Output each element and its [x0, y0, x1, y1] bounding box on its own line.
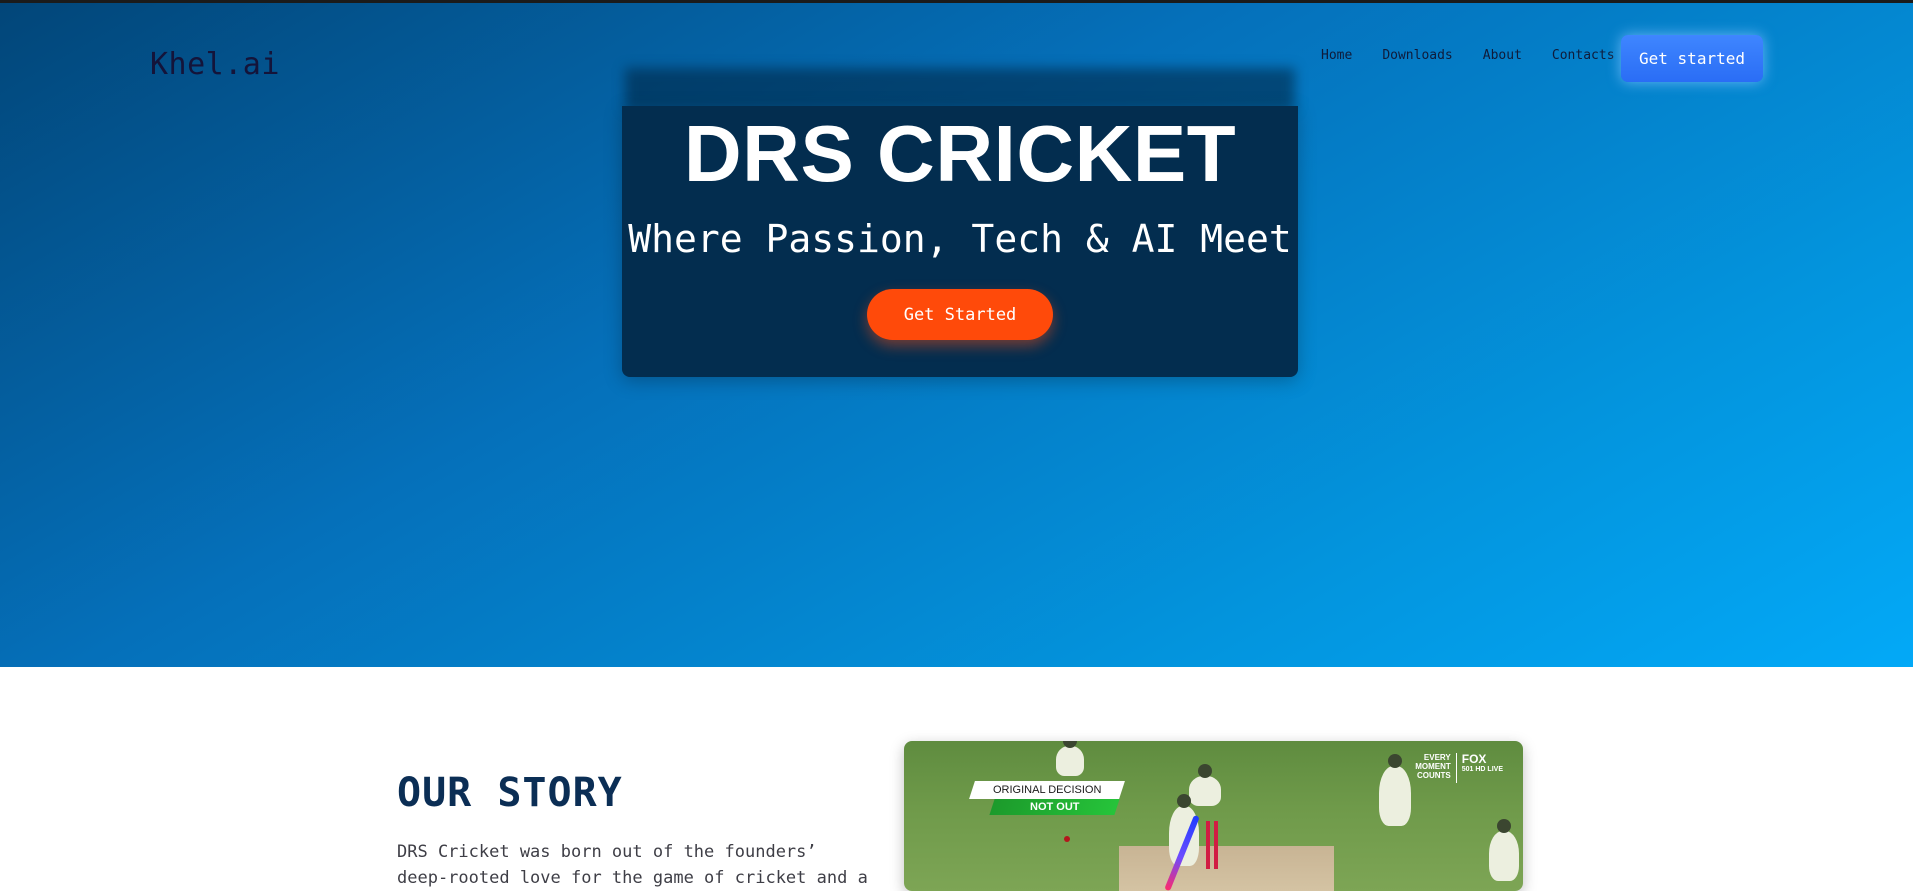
stump [1214, 821, 1218, 869]
hero-title: DRS CRICKET [683, 109, 1237, 198]
nav-link-home[interactable]: Home [1321, 48, 1352, 63]
nav-link-contacts[interactable]: Contacts [1552, 48, 1615, 63]
hero-card: DRS CRICKET Where Passion, Tech & AI Mee… [622, 106, 1298, 377]
fielder-figure [1056, 741, 1084, 776]
decision-overlay: ORIGINAL DECISION NOT OUT [969, 781, 1125, 815]
cricket-pitch [1119, 846, 1334, 891]
decision-label: ORIGINAL DECISION [992, 784, 1102, 796]
broadcaster-logo: EVERY MOMENT COUNTS FOX 501 HD LIVE [1411, 753, 1503, 783]
broadcaster-channel: FOX [1461, 752, 1487, 766]
nav-shadow [625, 68, 1295, 110]
nav-link-about[interactable]: About [1483, 48, 1522, 63]
brand-logo[interactable]: Khel.ai [150, 47, 280, 82]
story-heading: OUR STORY [397, 770, 623, 816]
hero-subtitle: Where Passion, Tech & AI Meet [628, 217, 1292, 261]
fielder-figure [1189, 764, 1221, 806]
hero-get-started-button[interactable]: Get Started [867, 289, 1053, 340]
story-image: ORIGINAL DECISION NOT OUT EVERY MOMENT C… [904, 741, 1523, 891]
main-nav: Home Downloads About Contacts [1321, 48, 1630, 63]
nav-get-started-button[interactable]: Get started [1621, 35, 1763, 82]
cricket-ball [1064, 836, 1070, 842]
hero-section: Khel.ai Home Downloads About Contacts Ge… [0, 3, 1913, 667]
decision-value: NOT OUT [1029, 801, 1080, 813]
nav-link-downloads[interactable]: Downloads [1382, 48, 1452, 63]
fielder-figure [1379, 754, 1411, 826]
fielder-figure [1489, 819, 1519, 881]
broadcaster-divider [1455, 753, 1457, 783]
story-text: DRS Cricket was born out of the founders… [397, 842, 868, 888]
stump [1206, 821, 1210, 869]
broadcaster-sub: 501 HD LIVE [1461, 766, 1503, 773]
broadcaster-tagline: EVERY MOMENT COUNTS [1415, 753, 1451, 780]
